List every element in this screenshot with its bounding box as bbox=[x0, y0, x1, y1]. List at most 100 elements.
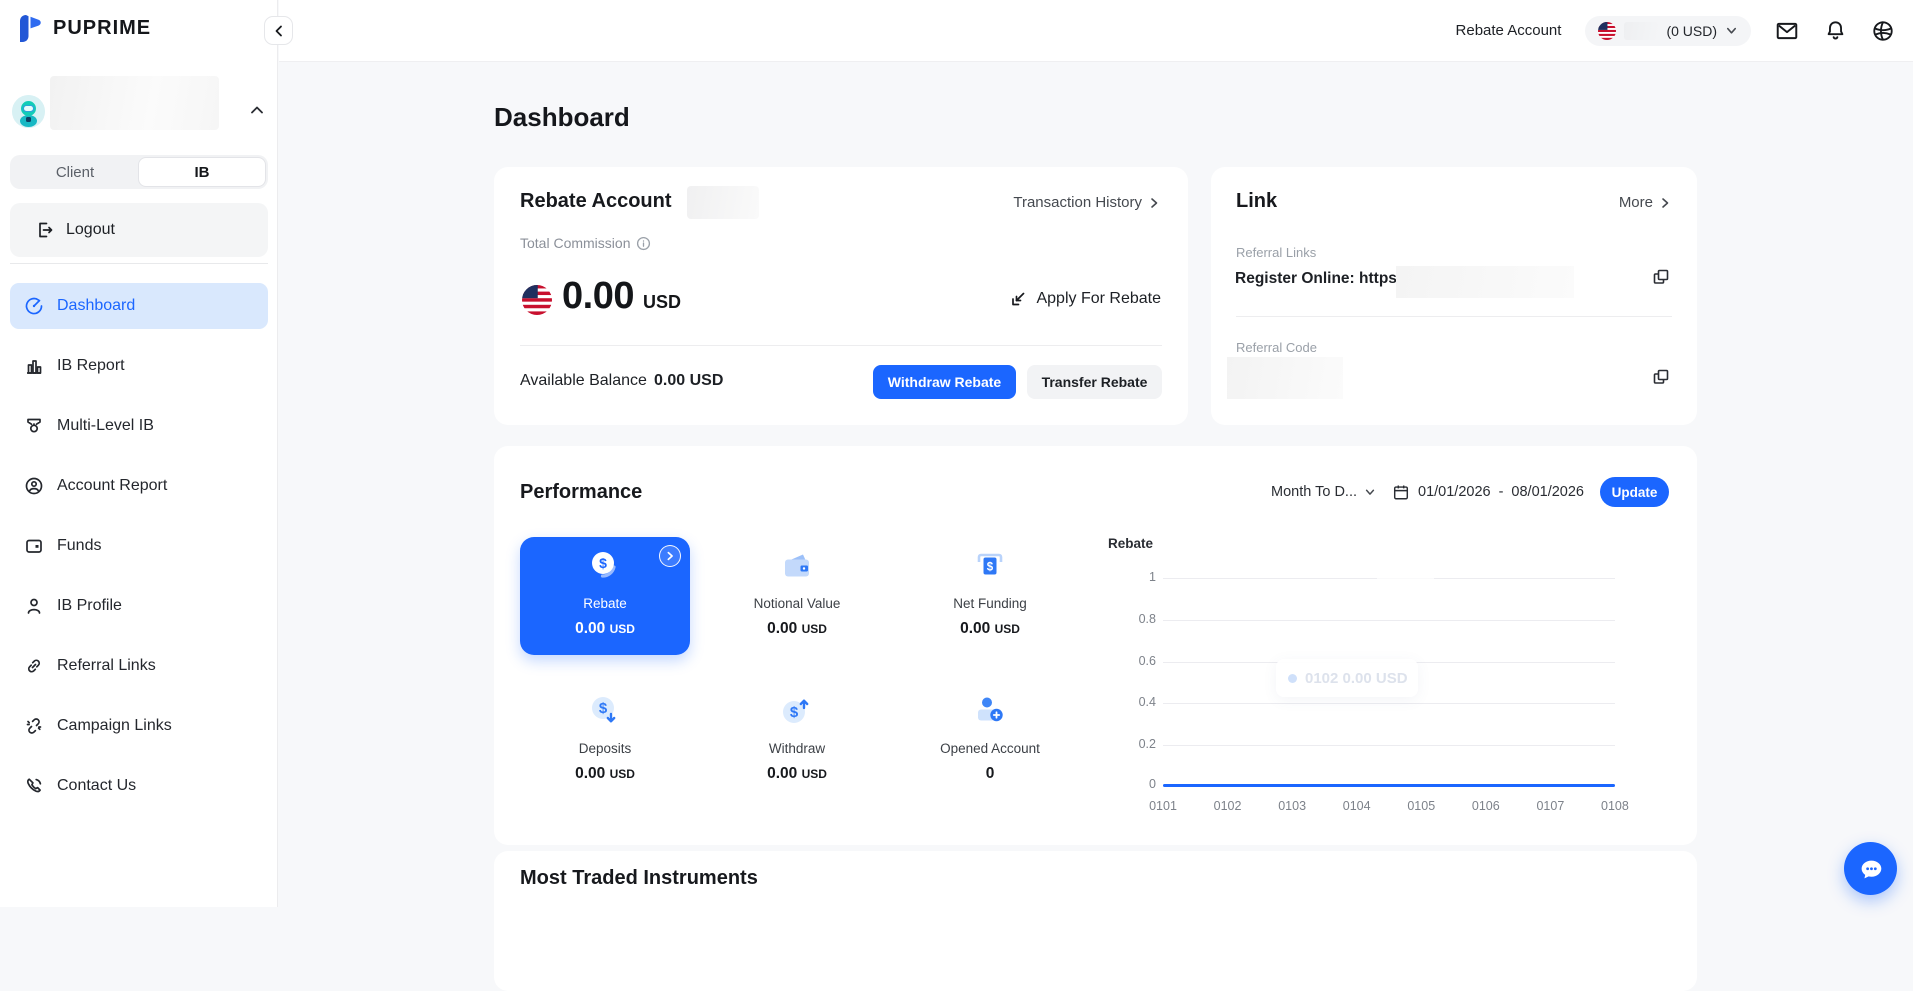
tooltip-series-dot bbox=[1288, 674, 1297, 683]
transfer-rebate-button[interactable]: Transfer Rebate bbox=[1027, 365, 1162, 399]
update-button[interactable]: Update bbox=[1600, 477, 1669, 507]
metric-tile-rebate[interactable]: $ Rebate 0.00 USD bbox=[520, 537, 690, 655]
sidebar-item-contact-us[interactable]: Contact Us bbox=[10, 763, 268, 809]
metric-tile-net-funding[interactable]: $ Net Funding 0.00 USD bbox=[905, 537, 1075, 655]
tile-value: 0.00 bbox=[767, 620, 797, 637]
link-card: Link More Referral Links Register Online… bbox=[1211, 167, 1697, 425]
logout-button[interactable]: Logout bbox=[10, 203, 268, 257]
usd-flag-icon bbox=[522, 285, 552, 315]
chevron-right-icon bbox=[1659, 197, 1671, 209]
chevron-right-icon[interactable] bbox=[659, 545, 681, 567]
live-chat-button[interactable] bbox=[1844, 842, 1897, 895]
link-more-link[interactable]: More bbox=[1619, 194, 1671, 211]
svg-text:$: $ bbox=[599, 555, 607, 571]
rebate-account-card: Rebate Account Transaction History Total… bbox=[494, 167, 1188, 425]
puprime-logo-icon bbox=[16, 13, 44, 43]
x-axis-tick: 0107 bbox=[1532, 799, 1568, 813]
language-globe-icon[interactable] bbox=[1871, 19, 1895, 43]
tile-unit: USD bbox=[995, 622, 1020, 636]
date-from: 01/01/2026 bbox=[1418, 484, 1491, 500]
referral-code-label: Referral Code bbox=[1236, 340, 1317, 355]
performance-controls: Month To D... 01/01/2026 - 08/01/2026 Up… bbox=[1271, 477, 1669, 507]
sidebar-item-funds[interactable]: Funds bbox=[10, 523, 268, 569]
medal-icon bbox=[24, 416, 44, 436]
us-flag-icon bbox=[1598, 22, 1616, 40]
commission-currency: USD bbox=[643, 292, 681, 313]
tab-client[interactable]: Client bbox=[12, 157, 138, 187]
user-name-redacted bbox=[50, 76, 219, 130]
transaction-history-link[interactable]: Transaction History bbox=[1013, 194, 1160, 211]
referral-url-redacted bbox=[1396, 266, 1574, 298]
metric-tile-deposits[interactable]: $ Deposits 0.00 USD bbox=[520, 682, 690, 800]
sidebar-item-account-report[interactable]: Account Report bbox=[10, 463, 268, 509]
calendar-icon bbox=[1392, 483, 1410, 501]
account-selector[interactable]: (0 USD) bbox=[1585, 16, 1751, 46]
tile-label: Withdraw bbox=[769, 741, 825, 756]
tab-ib-label: IB bbox=[195, 164, 210, 181]
tab-ib[interactable]: IB bbox=[138, 157, 266, 187]
gridline bbox=[1163, 745, 1615, 746]
sidebar-item-label: Account Report bbox=[57, 477, 167, 495]
notifications-bell-icon[interactable] bbox=[1823, 19, 1847, 43]
sidebar-item-campaign-links[interactable]: Campaign Links bbox=[10, 703, 268, 749]
chevron-up-icon[interactable] bbox=[249, 102, 265, 118]
notional-wallet-icon bbox=[780, 549, 814, 583]
rebate-card-title: Rebate Account bbox=[520, 190, 672, 213]
sidebar-item-label: Referral Links bbox=[57, 657, 156, 675]
available-balance-label: Available Balance bbox=[520, 372, 647, 390]
sidebar-item-dashboard[interactable]: Dashboard bbox=[10, 283, 268, 329]
user-avatar[interactable] bbox=[12, 95, 45, 128]
rebate-account-number-redacted bbox=[687, 186, 759, 219]
mail-icon[interactable] bbox=[1775, 19, 1799, 43]
chevron-right-icon bbox=[1148, 197, 1160, 209]
copy-icon[interactable] bbox=[1651, 267, 1671, 287]
metric-tile-notional-value[interactable]: Notional Value 0.00 USD bbox=[712, 537, 882, 655]
total-commission-text: Total Commission bbox=[520, 235, 630, 251]
y-axis-tick: 0.6 bbox=[1116, 654, 1156, 668]
tile-unit: USD bbox=[610, 767, 635, 781]
tooltip-value: 0.00 USD bbox=[1343, 670, 1408, 687]
tile-value: 0 bbox=[986, 765, 995, 782]
net-funding-icon: $ bbox=[973, 549, 1007, 583]
most-traded-title: Most Traded Instruments bbox=[520, 867, 758, 890]
sidebar-item-label: Funds bbox=[57, 537, 101, 555]
sidebar-item-multi-level-ib[interactable]: Multi-Level IB bbox=[10, 403, 268, 449]
tile-label: Net Funding bbox=[953, 596, 1027, 611]
update-label: Update bbox=[1612, 485, 1658, 500]
sidebar-nav: Dashboard IB Report Multi-Level IB bbox=[10, 283, 268, 809]
info-icon[interactable] bbox=[636, 236, 651, 251]
svg-text:$: $ bbox=[599, 700, 608, 717]
sidebar-item-ib-profile[interactable]: IB Profile bbox=[10, 583, 268, 629]
range-selector-value: Month To D... bbox=[1271, 484, 1357, 500]
apply-rebate-label: Apply For Rebate bbox=[1036, 290, 1161, 308]
person-icon bbox=[24, 596, 44, 616]
sidebar-item-ib-report[interactable]: IB Report bbox=[10, 343, 268, 389]
copy-icon[interactable] bbox=[1651, 367, 1671, 387]
y-axis-tick: 0.2 bbox=[1116, 737, 1156, 751]
tile-value: 0.00 bbox=[575, 620, 605, 637]
rebate-series-line bbox=[1163, 784, 1615, 787]
deposit-icon: $ bbox=[588, 694, 622, 728]
wallet-icon bbox=[24, 536, 44, 556]
transfer-rebate-label: Transfer Rebate bbox=[1042, 374, 1148, 390]
apply-for-rebate-link[interactable]: Apply For Rebate bbox=[1009, 290, 1161, 308]
date-range-picker[interactable]: 01/01/2026 - 08/01/2026 bbox=[1392, 483, 1584, 501]
metric-tile-withdraw[interactable]: $ Withdraw 0.00 USD bbox=[712, 682, 882, 800]
date-separator: - bbox=[1499, 484, 1504, 500]
sidebar: PUPRIME Client IB Logout bbox=[0, 0, 278, 907]
date-range-selector[interactable]: Month To D... bbox=[1271, 484, 1376, 500]
tile-label: Deposits bbox=[579, 741, 632, 756]
dashboard-icon bbox=[24, 296, 44, 316]
tile-label: Notional Value bbox=[754, 596, 841, 611]
x-axis-tick: 0105 bbox=[1403, 799, 1439, 813]
svg-text:$: $ bbox=[790, 704, 799, 721]
sidebar-item-referral-links[interactable]: Referral Links bbox=[10, 643, 268, 689]
metric-tile-opened-account[interactable]: Opened Account 0 bbox=[905, 682, 1075, 800]
more-label: More bbox=[1619, 194, 1653, 211]
withdraw-rebate-button[interactable]: Withdraw Rebate bbox=[873, 365, 1016, 399]
sidebar-collapse-button[interactable] bbox=[264, 16, 293, 45]
tile-value: 0.00 bbox=[767, 765, 797, 782]
main-content: Dashboard Rebate Account Transaction His… bbox=[279, 62, 1913, 907]
sidebar-item-label: Campaign Links bbox=[57, 717, 172, 735]
chevron-down-icon bbox=[1725, 24, 1738, 37]
